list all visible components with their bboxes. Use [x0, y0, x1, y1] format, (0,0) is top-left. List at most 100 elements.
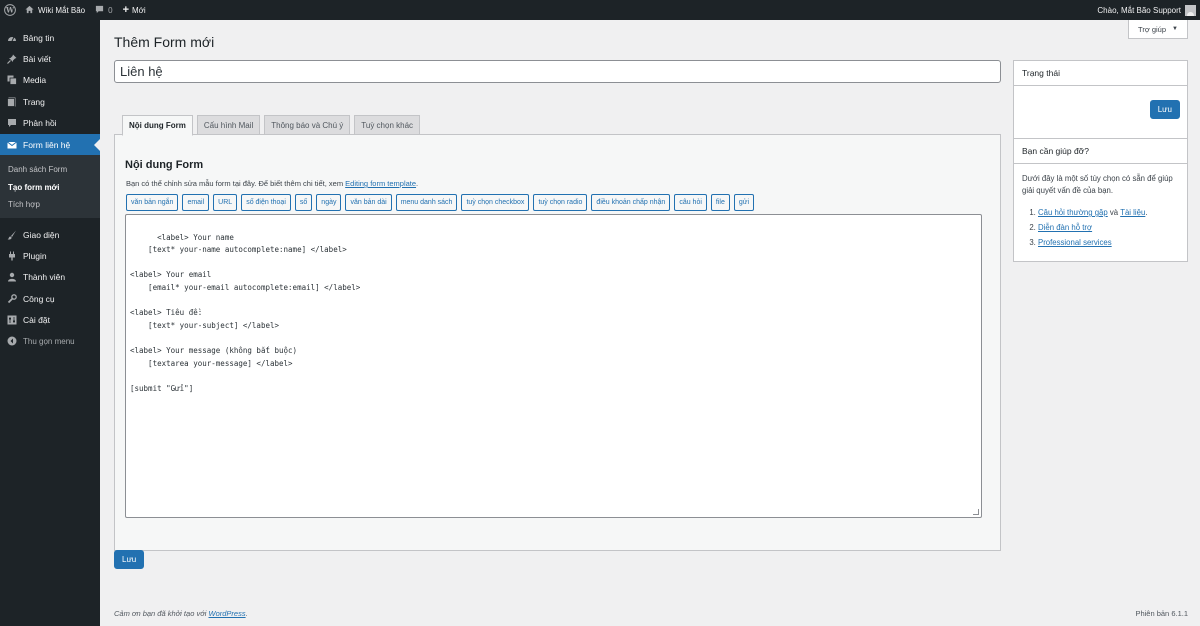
plugin-icon	[6, 250, 18, 262]
sidebar-item-label: Cài đặt	[23, 315, 50, 326]
account-menu[interactable]: Chào, Mắt Bão Support	[1092, 0, 1200, 20]
svg-text:W: W	[5, 6, 15, 15]
submenu-item-integration[interactable]: Tích hợp	[0, 196, 100, 214]
brush-icon	[6, 229, 18, 241]
tag-button-quiz[interactable]: câu hỏi	[674, 194, 707, 211]
help-list-item: Professional services	[1038, 235, 1179, 250]
tag-button-number[interactable]: số	[294, 194, 313, 211]
submenu-item-form-list[interactable]: Danh sách Form	[0, 161, 100, 179]
sidebar-item-media[interactable]: Media	[0, 70, 100, 91]
sidebar-item-label: Form liên hệ	[23, 139, 71, 150]
form-content-panel: Nội dung Form Bạn có thể chỉnh sửa mẫu f…	[114, 134, 1001, 551]
collapse-arrow-icon	[6, 335, 18, 347]
panel-description: Bạn có thể chỉnh sửa mẫu form tại đây. Đ…	[126, 179, 419, 188]
form-title-input[interactable]: Liên hệ	[114, 60, 1001, 83]
status-box-title: Trạng thái	[1014, 61, 1187, 86]
dashboard-icon	[6, 32, 18, 44]
form-editor-tabs: Nội dung Form Cấu hình Mail Thông báo và…	[122, 115, 424, 136]
tag-button-textarea[interactable]: văn bản dài	[345, 194, 392, 211]
tag-button-email[interactable]: email	[182, 194, 210, 211]
status-box: Trạng thái Lưu	[1013, 60, 1188, 145]
comment-bubble-icon	[95, 5, 104, 16]
pin-icon	[6, 53, 18, 65]
sidebar-item-users[interactable]: Thành viên	[0, 267, 100, 288]
main-content: Trợ giúp ▼ Thêm Form mới Liên hệ Nội dun…	[100, 20, 1200, 626]
footer-version: Phiên bản 6.1.1	[1135, 609, 1188, 618]
panel-description-text: Bạn có thể chỉnh sửa mẫu form tại đây. Đ…	[126, 179, 344, 188]
sidebar-item-tools[interactable]: Công cụ	[0, 288, 100, 309]
sidebar-item-label: Phản hồi	[23, 118, 57, 129]
help-list-item: Câu hỏi thường gặp và Tài liệu.	[1038, 205, 1179, 220]
tag-button-text[interactable]: văn bản ngắn	[126, 194, 179, 211]
sidebar-item-settings[interactable]: Cài đặt	[0, 309, 100, 330]
mail-icon	[6, 139, 18, 151]
home-icon	[25, 5, 34, 16]
tab-mail-settings[interactable]: Cấu hình Mail	[196, 115, 261, 135]
tag-button-tel[interactable]: số điện thoại	[241, 194, 291, 211]
site-name-link[interactable]: Wiki Mắt Bão	[20, 0, 90, 20]
comments-link[interactable]: 0	[90, 0, 117, 20]
tag-button-submit[interactable]: gửi	[733, 194, 754, 211]
wordpress-link[interactable]: WordPress	[209, 609, 246, 618]
help-box-body: Dưới đây là một số tùy chọn có sẵn để gi…	[1014, 164, 1187, 259]
help-links-list: Câu hỏi thường gặp và Tài liệu. Diễn đàn…	[1022, 205, 1179, 250]
comments-count: 0	[108, 5, 113, 15]
tag-button-acceptance[interactable]: điều khoản chấp nhận	[591, 194, 671, 211]
page-title: Thêm Form mới	[114, 34, 215, 50]
footer-thanks-text: Cảm ơn bạn đã khởi tạo với	[114, 609, 207, 618]
new-label: Mới	[132, 5, 146, 15]
sidebar-item-label: Trang	[23, 96, 45, 107]
tag-button-date[interactable]: ngày	[316, 194, 342, 211]
help-box: Bạn cần giúp đỡ? Dưới đây là một số tùy …	[1013, 138, 1188, 262]
help-tab-button[interactable]: Trợ giúp ▼	[1128, 20, 1188, 39]
form-template-textarea[interactable]: <label> Your name [text* your-name autoc…	[125, 214, 982, 518]
sidebar-item-plugins[interactable]: Plugin	[0, 245, 100, 266]
users-icon	[6, 271, 18, 283]
tag-button-url[interactable]: URL	[213, 194, 238, 211]
panel-heading: Nội dung Form	[125, 159, 204, 171]
new-content-link[interactable]: + Mới	[118, 0, 151, 20]
support-forum-link[interactable]: Diễn đàn hỗ trợ	[1038, 223, 1092, 232]
sidebar-item-pages[interactable]: Trang	[0, 91, 100, 112]
sidebar-item-label: Công cụ	[23, 293, 55, 304]
tab-form-content[interactable]: Nội dung Form	[122, 115, 193, 136]
settings-icon	[6, 314, 18, 326]
tab-additional-settings[interactable]: Tuỳ chọn khác	[354, 115, 421, 135]
sidebar-item-appearance[interactable]: Giao diện	[0, 224, 100, 245]
help-box-description: Dưới đây là một số tùy chọn có sẵn để gi…	[1022, 174, 1173, 195]
contact-form-submenu: Danh sách Form Tạo form mới Tích hợp	[0, 155, 100, 218]
avatar	[1185, 4, 1196, 16]
form-template-content: <label> Your name [text* your-name autoc…	[130, 232, 361, 393]
save-button-label: Lưu	[122, 555, 137, 564]
sidebar-item-label: Thành viên	[23, 272, 66, 283]
sidebar-item-contact-form[interactable]: Form liên hệ	[0, 133, 100, 156]
tag-button-file[interactable]: file	[710, 194, 730, 211]
help-tab-label: Trợ giúp	[1138, 24, 1167, 34]
help-box-title: Bạn cần giúp đỡ?	[1014, 139, 1187, 164]
sidebar-item-label: Giao diện	[23, 229, 60, 240]
submenu-item-add-new-form[interactable]: Tạo form mới	[0, 179, 100, 197]
tag-generator-buttons: văn bản ngắn email URL số điện thoại số …	[126, 194, 758, 211]
sidebar-item-comments[interactable]: Phản hồi	[0, 113, 100, 134]
tag-button-radio[interactable]: tuỳ chọn radio	[533, 194, 588, 211]
professional-services-link[interactable]: Professional services	[1038, 238, 1112, 247]
admin-bar: W Wiki Mắt Bão 0 + Mới Chào, Mắt Bão Sup…	[0, 0, 1200, 20]
tag-button-checkbox[interactable]: tuỳ chọn checkbox	[461, 194, 530, 211]
sidebar-item-posts[interactable]: Bài viết	[0, 48, 100, 69]
sidebar-item-label: Media	[23, 75, 47, 86]
tag-button-dropdown[interactable]: menu danh sách	[395, 194, 458, 211]
collapse-menu-button[interactable]: Thu gọn menu	[0, 331, 100, 352]
status-save-label: Lưu	[1157, 105, 1172, 114]
faq-link[interactable]: Câu hỏi thường gặp	[1038, 208, 1108, 217]
media-icon	[6, 74, 18, 86]
caret-down-icon: ▼	[1172, 26, 1178, 32]
save-button[interactable]: Lưu	[114, 550, 145, 569]
resize-handle-icon[interactable]	[973, 509, 979, 515]
sidebar-item-dashboard[interactable]: Bảng tin	[0, 27, 100, 48]
status-save-button[interactable]: Lưu	[1149, 100, 1180, 119]
sidebar-item-label: Bài viết	[23, 54, 51, 65]
docs-link[interactable]: Tài liệu	[1120, 208, 1145, 217]
wordpress-logo-icon[interactable]: W	[0, 0, 20, 20]
tab-messages[interactable]: Thông báo và Chú ý	[264, 115, 351, 135]
editing-form-template-link[interactable]: Editing form template	[345, 179, 416, 188]
